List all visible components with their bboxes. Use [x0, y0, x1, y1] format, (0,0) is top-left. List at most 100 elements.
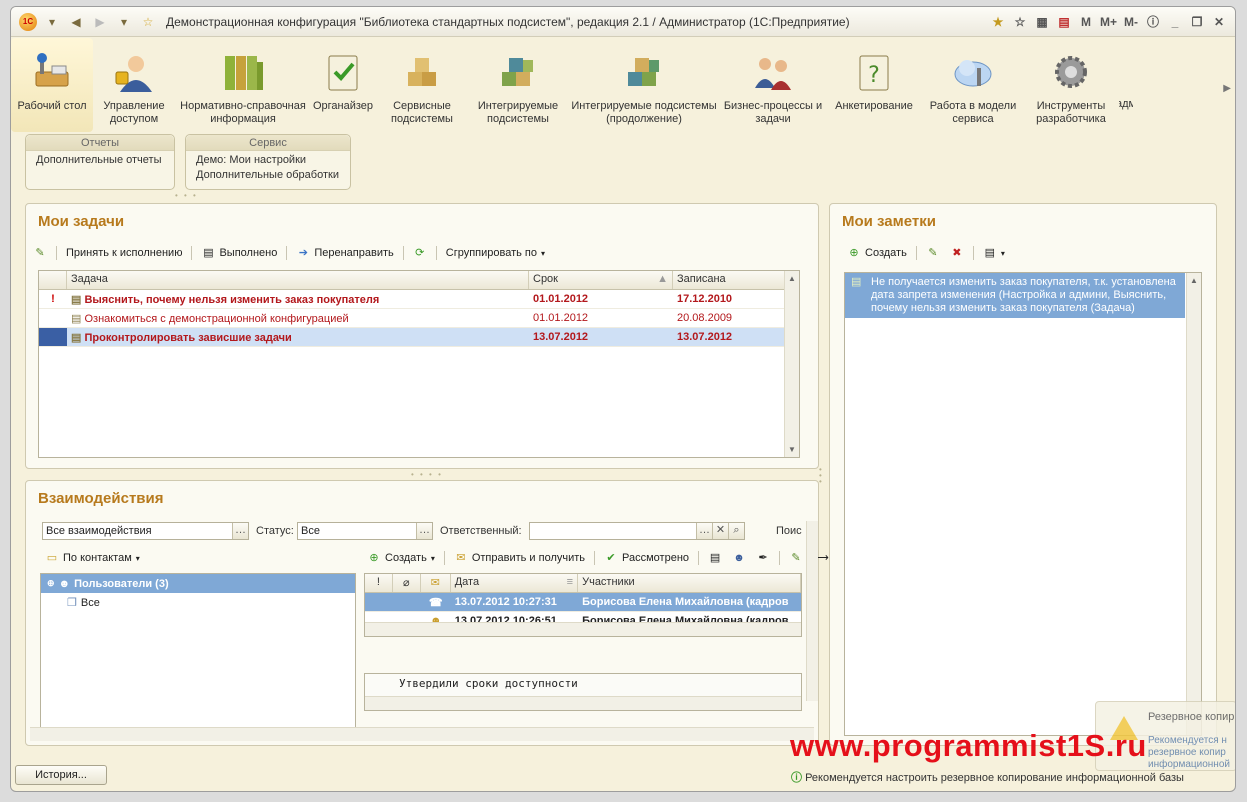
- memory-mplus-button[interactable]: M+: [1100, 13, 1117, 31]
- calendar-icon[interactable]: ▤: [1056, 13, 1072, 31]
- list-item[interactable]: ▤ Не получается изменить заказ покупател…: [845, 273, 1185, 318]
- memory-mminus-button[interactable]: M-: [1123, 13, 1139, 31]
- responsible-field[interactable]: … ✕ ⌕: [529, 522, 745, 540]
- sign-button[interactable]: ✒: [753, 549, 773, 567]
- app-logo-icon[interactable]: 1С: [19, 12, 37, 31]
- tree-item-users[interactable]: ⊕ ☻ Пользователи (3): [41, 574, 355, 593]
- user-icon: ☻: [733, 552, 745, 564]
- search-icon[interactable]: ⌕: [728, 523, 744, 539]
- create-note-button[interactable]: ⊕ Создать: [844, 244, 910, 262]
- select-button[interactable]: …: [232, 523, 248, 539]
- filter-icon: ≡: [566, 576, 574, 588]
- select-button[interactable]: …: [696, 523, 712, 539]
- edit-button[interactable]: ✎: [786, 549, 806, 567]
- contact-button[interactable]: ☻: [729, 549, 749, 567]
- col-date[interactable]: Дата ≡: [451, 574, 579, 592]
- select-button[interactable]: …: [416, 523, 432, 539]
- notes-scrollbar[interactable]: ▲: [1186, 273, 1201, 735]
- panel-hscroll[interactable]: [30, 727, 814, 741]
- notes-toolbar: ⊕ Создать ✎ ✖ ▤ ▾: [844, 244, 1008, 262]
- sections-scroll-right-icon[interactable]: ▶: [1223, 83, 1231, 94]
- edit-note-button[interactable]: ✎: [923, 244, 943, 262]
- section-dev-tools[interactable]: Инструменты разработчика: [1023, 38, 1119, 132]
- section-saas[interactable]: Работа в модели сервиса: [923, 38, 1023, 132]
- section-organizer[interactable]: Органайзер: [311, 38, 375, 132]
- col-participants[interactable]: Участники: [578, 574, 801, 592]
- section-integrated[interactable]: Интегрируемые подсистемы: [469, 38, 567, 132]
- col-created[interactable]: Записана: [673, 271, 785, 289]
- history-dropdown-icon[interactable]: ▾: [115, 13, 133, 31]
- status-field[interactable]: Все …: [297, 522, 433, 540]
- chevron-down-icon: ▾: [430, 553, 435, 563]
- table-row[interactable]: ▤ Ознакомиться с демонстрационной конфиг…: [39, 309, 799, 328]
- splitter-handle[interactable]: • • • •: [411, 470, 443, 479]
- interactions-hscroll[interactable]: [365, 622, 801, 636]
- table-row[interactable]: ! ▤ Выяснить, почему нельзя изменить зак…: [39, 290, 799, 309]
- col-due[interactable]: Срок ▲: [529, 271, 673, 289]
- preview-hscroll[interactable]: [365, 696, 801, 710]
- restore-icon[interactable]: ❐: [1189, 13, 1205, 31]
- send-receive-button[interactable]: ✉ Отправить и получить: [451, 549, 588, 567]
- tree-item-all[interactable]: ❐ Все: [41, 593, 355, 612]
- interactions-vscroll[interactable]: [806, 521, 818, 701]
- attachment-col-icon[interactable]: ⌀: [393, 574, 421, 592]
- complete-task-button[interactable]: ▤ Выполнено: [198, 244, 280, 262]
- type-col-icon[interactable]: ✉: [421, 574, 451, 592]
- redirect-task-button[interactable]: ➔ Перенаправить: [293, 244, 396, 262]
- document-button[interactable]: ▤: [705, 549, 725, 567]
- status-message[interactable]: ⓘ Рекомендуется настроить резервное копи…: [791, 769, 1184, 785]
- back-arrow-icon[interactable]: ◀: [67, 13, 85, 31]
- create-interaction-button[interactable]: ⊕ Создать ▾: [364, 549, 438, 567]
- accept-task-button[interactable]: Принять к исполнению: [63, 245, 185, 261]
- tasks-scrollbar[interactable]: ▲ ▼: [784, 271, 799, 457]
- by-contacts-button[interactable]: ▭ По контактам ▾: [42, 549, 143, 567]
- forward-arrow-icon[interactable]: ▶: [91, 13, 109, 31]
- table-row[interactable]: ☎ 13.07.2012 10:27:31 Борисова Елена Мих…: [365, 593, 801, 612]
- edit-task-button[interactable]: ✎: [30, 244, 50, 262]
- delete-note-button[interactable]: ✖: [947, 244, 967, 262]
- info-icon[interactable]: ⓘ: [1145, 13, 1161, 31]
- table-row[interactable]: ▤ Проконтролировать зависшие задачи 13.0…: [39, 328, 799, 347]
- calculator-icon[interactable]: ▦: [1034, 13, 1050, 31]
- tasks-title: Мои задачи: [38, 213, 125, 230]
- section-admin[interactable]: адм: [1119, 38, 1133, 132]
- expand-icon[interactable]: ⊕: [47, 578, 55, 589]
- col-task[interactable]: Задача: [67, 271, 529, 289]
- section-survey[interactable]: ? Анкетирование: [825, 38, 923, 132]
- section-desktop[interactable]: Рабочий стол: [11, 38, 93, 132]
- scroll-up-icon[interactable]: ▲: [1187, 273, 1201, 288]
- scroll-up-icon[interactable]: ▲: [785, 271, 799, 286]
- menu-dropdown-icon[interactable]: ▾: [43, 13, 61, 31]
- watermark-text: www.programmist1S.ru: [790, 728, 1147, 763]
- section-integrated-continued[interactable]: Интегрируемые подсистемы (продолжение): [567, 38, 721, 132]
- history-button[interactable]: История...: [15, 765, 107, 785]
- importance-col-icon[interactable]: !: [365, 574, 393, 592]
- clear-icon[interactable]: ✕: [712, 523, 728, 539]
- more-actions-button[interactable]: ▤ ▾: [980, 244, 1008, 262]
- section-business-processes[interactable]: Бизнес-процессы и задачи: [721, 38, 825, 132]
- demo-settings-link[interactable]: Демо: Мои настройки: [186, 151, 350, 167]
- additional-processing-link[interactable]: Дополнительные обработки: [186, 167, 350, 184]
- section-service[interactable]: Сервисные подсистемы: [375, 38, 469, 132]
- section-nsi[interactable]: Нормативно-справочная информация: [175, 38, 311, 132]
- task-icon: ▤: [71, 312, 82, 325]
- memory-m-button[interactable]: M: [1078, 13, 1094, 31]
- main-window: 1С ▾ ◀ ▶ ▾ ☆ Демонстрационная конфигурац…: [10, 6, 1236, 792]
- interactions-table: ! ⌀ ✉ Дата ≡ Участники ☎ 13.07.2012 10:27…: [364, 573, 802, 637]
- interaction-type-field[interactable]: Все взаимодействия …: [42, 522, 249, 540]
- favorites-list-icon[interactable]: ☆: [1012, 13, 1028, 31]
- splitter-handle[interactable]: • • •: [175, 191, 198, 200]
- group-by-button[interactable]: Сгруппировать по ▾: [443, 245, 548, 261]
- refresh-button[interactable]: ⟳: [410, 244, 430, 262]
- close-icon[interactable]: ✕: [1211, 13, 1227, 31]
- scroll-down-icon[interactable]: ▼: [785, 442, 799, 457]
- minimize-icon[interactable]: _: [1167, 13, 1183, 31]
- section-access[interactable]: Управление доступом: [93, 38, 175, 132]
- reviewed-button[interactable]: ✔ Рассмотрено: [601, 549, 692, 567]
- favorites-star-icon[interactable]: ☆: [139, 13, 157, 31]
- additional-reports-link[interactable]: Дополнительные отчеты: [26, 151, 174, 169]
- splitter-handle[interactable]: • • •: [819, 466, 822, 486]
- add-favorite-icon[interactable]: ★: [990, 13, 1006, 31]
- interactions-panel: Взаимодействия Все взаимодействия … Стат…: [25, 480, 829, 746]
- tasks-table: Задача Срок ▲ Записана ! ▤ Выяснить, поче…: [38, 270, 800, 458]
